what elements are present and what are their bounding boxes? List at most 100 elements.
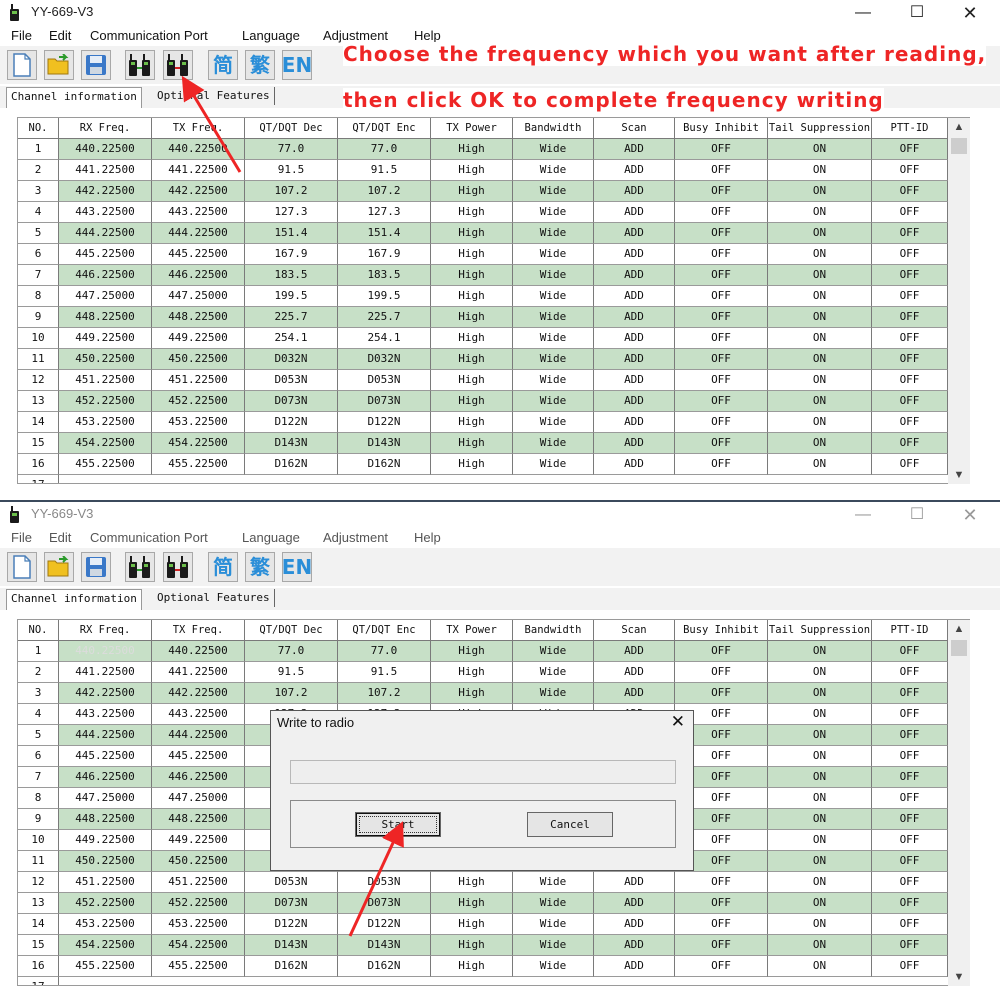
table-cell[interactable]: Wide [513,181,594,202]
table-cell[interactable]: OFF [872,893,948,914]
column-header[interactable]: QT/DQT Dec [245,118,338,139]
table-cell[interactable]: 443.22500 [152,202,245,223]
table-cell[interactable]: ADD [594,328,675,349]
table-cell[interactable]: ADD [594,641,675,662]
table-cell[interactable]: 254.1 [338,328,431,349]
table-cell[interactable]: OFF [872,223,948,244]
table-cell[interactable]: 449.22500 [59,830,152,851]
menu-communication-port[interactable]: Communication Port [90,28,208,43]
table-cell[interactable]: 167.9 [338,244,431,265]
row-number-cell[interactable]: 2 [18,160,59,181]
table-cell[interactable]: 77.0 [338,139,431,160]
column-header[interactable]: QT/DQT Dec [245,620,338,641]
table-cell[interactable]: 451.22500 [59,370,152,391]
table-cell[interactable]: OFF [872,307,948,328]
read-from-radio-button[interactable] [125,552,155,582]
table-cell[interactable]: 199.5 [338,286,431,307]
new-file-button[interactable] [7,552,37,582]
table-cell[interactable]: OFF [872,641,948,662]
column-header[interactable]: NO. [18,118,59,139]
table-cell[interactable]: High [431,641,513,662]
table-cell[interactable]: 455.22500 [59,454,152,475]
table-row[interactable]: 2 441.22500 441.22500 91.5 91.5 High Wide ADD OF… [18,160,948,181]
table-cell[interactable]: 127.3 [245,202,338,223]
table-cell[interactable]: 453.22500 [152,412,245,433]
table-cell[interactable]: OFF [675,683,768,704]
table-cell[interactable]: ADD [594,181,675,202]
row-number-cell[interactable]: 17 [18,475,59,483]
table-cell[interactable]: 445.22500 [152,746,245,767]
table-row[interactable]: 16 455.22500 455.22500 D162N D162N High Wide AD… [18,956,948,977]
table-cell[interactable]: ADD [594,160,675,181]
table-cell[interactable]: OFF [675,641,768,662]
table-cell[interactable]: OFF [675,956,768,977]
table-cell[interactable]: 441.22500 [152,662,245,683]
table-cell[interactable]: ON [768,181,872,202]
table-cell[interactable]: High [431,349,513,370]
tab-optional-features[interactable]: Optional Features [153,87,275,105]
table-cell[interactable]: 446.22500 [152,767,245,788]
table-row[interactable]: 1 440.22500 440.22500 77.0 77.0 High Wide ADD OF… [18,641,948,662]
table-cell[interactable]: Wide [513,872,594,893]
row-number-cell[interactable]: 1 [18,139,59,160]
table-cell[interactable]: OFF [675,370,768,391]
table-row[interactable]: 6445.22500445.22500167.9167.9HighWideADD… [18,244,948,265]
table-cell[interactable]: ON [768,349,872,370]
table-cell[interactable]: High [431,265,513,286]
table-row[interactable]: 16 455.22500 455.22500 D162N D162N High Wide AD… [18,454,948,475]
table-row[interactable]: 8447.25000447.25000199.5199.5HighWideADD… [18,286,948,307]
row-number-cell[interactable]: 14 [18,914,59,935]
table-cell[interactable]: Wide [513,202,594,223]
table-cell[interactable]: 77.0 [245,641,338,662]
table-cell[interactable]: D122N [245,914,338,935]
table-cell[interactable]: OFF [675,662,768,683]
table-cell[interactable]: D032N [338,349,431,370]
table-cell[interactable]: D162N [338,454,431,475]
column-header[interactable]: QT/DQT Enc [338,620,431,641]
table-cell[interactable]: OFF [675,244,768,265]
menu-file[interactable]: File [11,530,32,545]
table-cell[interactable]: 225.7 [338,307,431,328]
open-file-button[interactable] [44,50,74,80]
tab-channel-information[interactable]: Channel information [6,87,142,108]
table-cell[interactable]: OFF [872,370,948,391]
table-row[interactable]: 12 451.22500 451.22500 D053N D053N High Wide AD… [18,370,948,391]
vertical-scrollbar[interactable]: ▲ ▼ [948,118,970,484]
table-cell[interactable]: 450.22500 [59,349,152,370]
table-cell[interactable]: OFF [675,391,768,412]
row-number-cell[interactable]: 15 [18,433,59,454]
table-cell[interactable]: OFF [675,307,768,328]
row-number-cell[interactable]: 7 [18,265,59,286]
table-cell[interactable]: 448.22500 [152,809,245,830]
menu-edit[interactable]: Edit [49,28,71,43]
table-cell[interactable]: OFF [872,433,948,454]
table-cell[interactable]: ADD [594,349,675,370]
table-cell[interactable]: OFF [872,160,948,181]
table-cell[interactable]: 77.0 [338,641,431,662]
table-cell[interactable]: High [431,160,513,181]
table-cell[interactable]: Wide [513,662,594,683]
open-file-button[interactable] [44,552,74,582]
row-number-cell[interactable]: 13 [18,893,59,914]
table-cell[interactable]: OFF [675,286,768,307]
column-header[interactable]: PTT-ID [872,620,948,641]
table-cell[interactable]: OFF [675,349,768,370]
table-cell[interactable]: ADD [594,935,675,956]
table-cell[interactable]: Wide [513,307,594,328]
table-cell[interactable]: High [431,454,513,475]
save-button[interactable] [81,50,111,80]
table-cell[interactable]: 449.22500 [152,328,245,349]
table-cell[interactable]: 91.5 [338,662,431,683]
table-cell[interactable]: ADD [594,307,675,328]
table-cell[interactable]: D143N [245,935,338,956]
close-button[interactable]: ✕ [947,0,993,26]
table-cell[interactable]: ON [768,893,872,914]
table-cell[interactable]: Wide [513,349,594,370]
table-cell[interactable]: Wide [513,893,594,914]
table-cell[interactable]: ADD [594,244,675,265]
table-cell[interactable]: OFF [872,454,948,475]
table-row[interactable]: 10449.22500449.22500254.1254.1HighWideAD… [18,328,948,349]
table-cell[interactable]: 451.22500 [59,872,152,893]
english-button[interactable]: EN [282,552,312,582]
row-number-cell[interactable]: 8 [18,788,59,809]
